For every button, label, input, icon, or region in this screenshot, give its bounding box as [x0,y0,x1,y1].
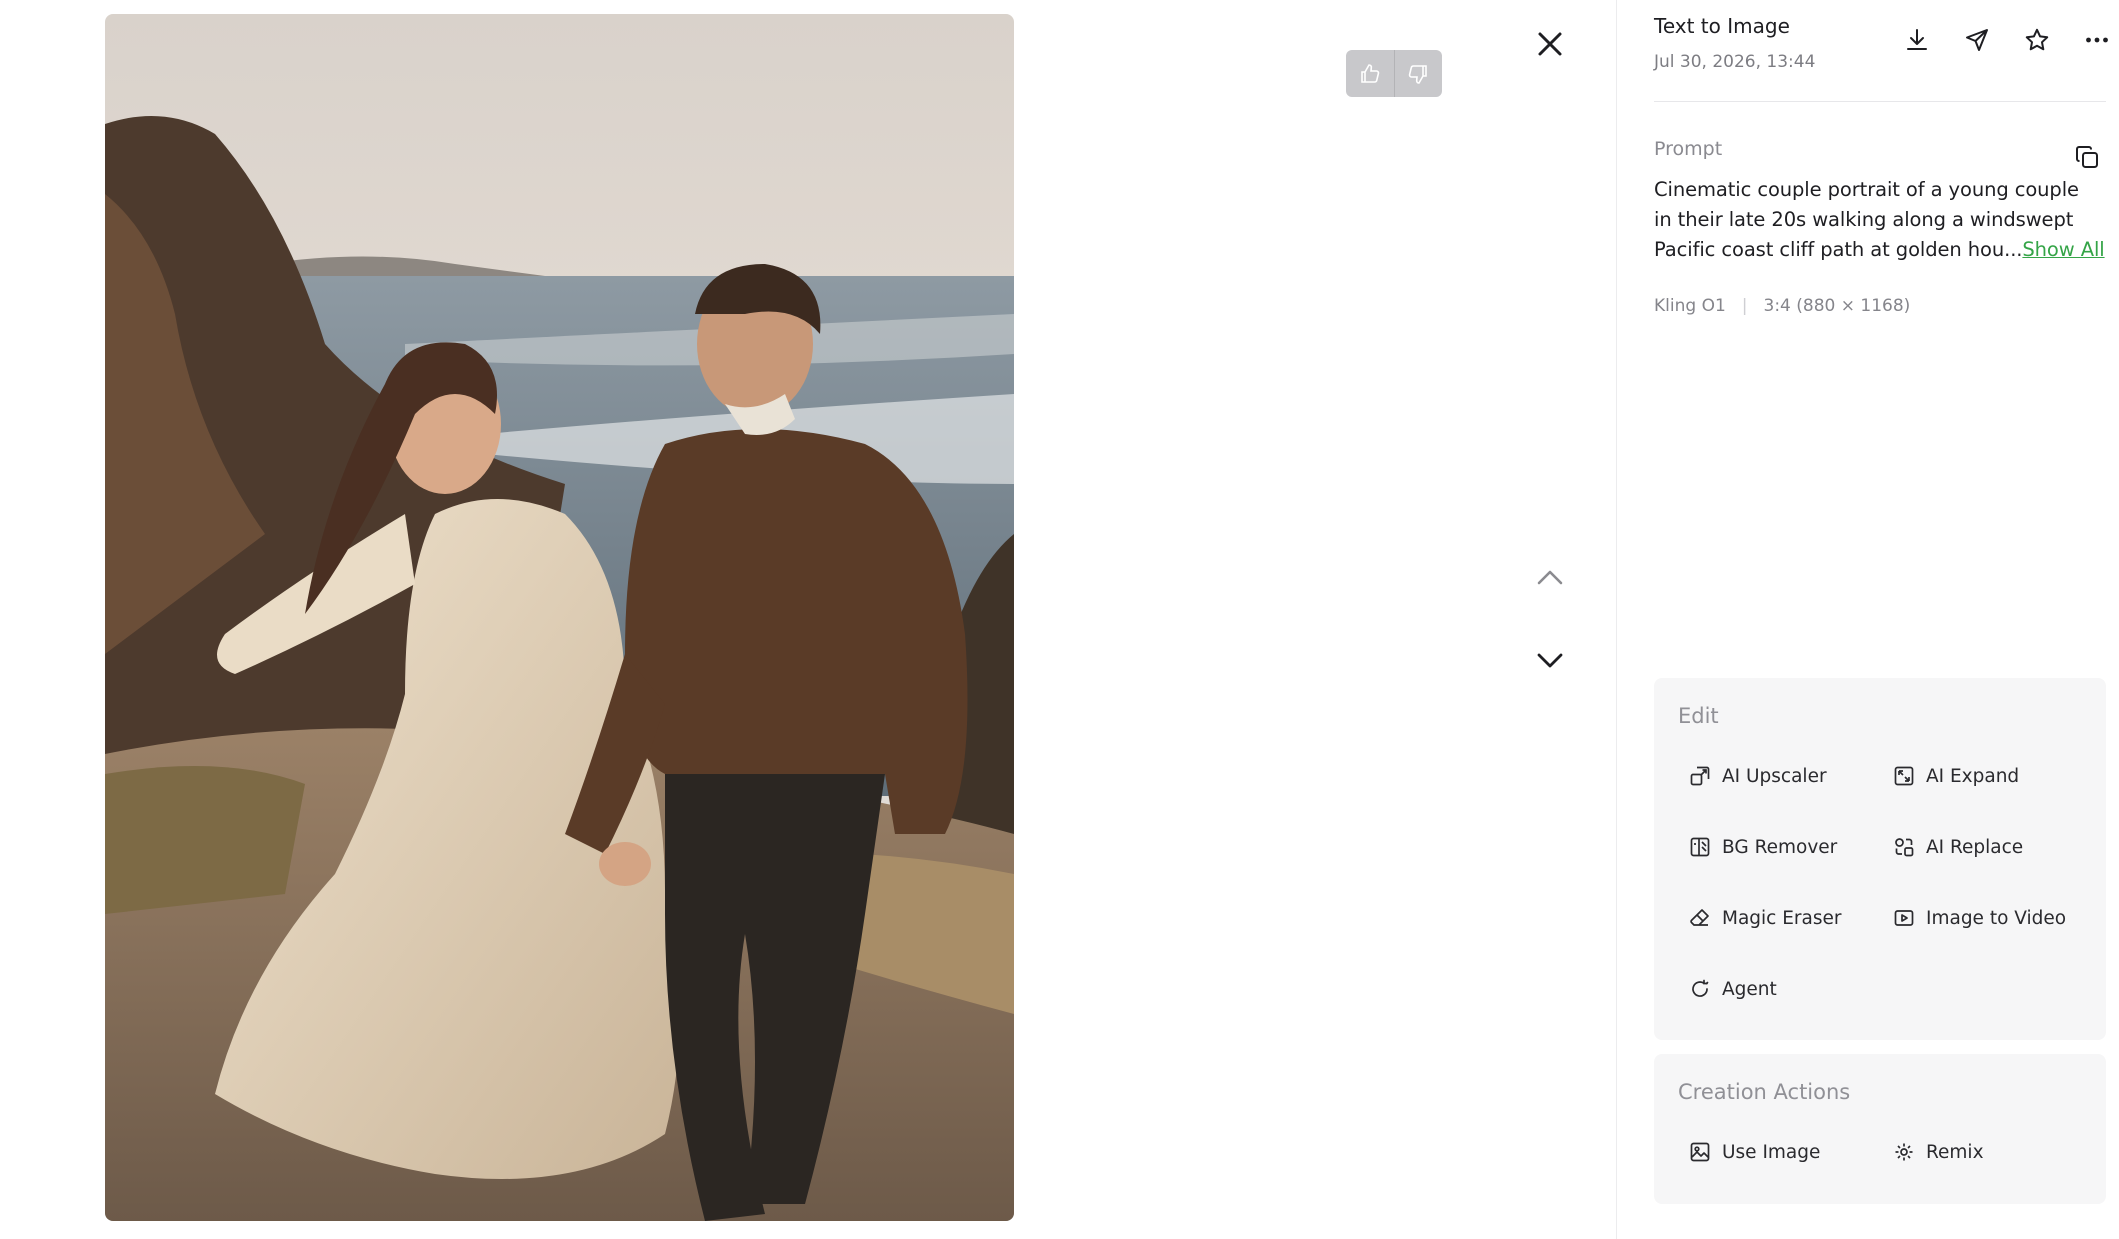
image-viewer [0,0,1616,1239]
thumbs-down-button[interactable] [1393,50,1443,97]
thumbs-up-icon [1360,63,1380,83]
ai-expand-button[interactable]: AI Expand [1892,760,2019,792]
prompt-line-text: Pacific coast cliff path at golden hou..… [1654,238,2023,261]
favorite-button[interactable] [2007,22,2067,58]
upscale-icon [1688,764,1712,788]
bg-remover-button[interactable]: BG Remover [1688,831,1837,863]
image-to-video-button[interactable]: Image to Video [1892,902,2066,934]
action-label: AI Replace [1926,836,2024,858]
more-options-button[interactable] [2067,22,2119,58]
image-icon [1688,1140,1712,1164]
prompt-line: Cinematic couple portrait of a young cou… [1654,178,2079,201]
model-name: Kling O1 [1654,296,1726,316]
edit-card: Edit AI Upscaler AI Expand BG Remover AI… [1654,678,2106,1040]
header-divider [1654,101,2106,102]
action-label: BG Remover [1722,836,1838,858]
action-label: Agent [1722,978,1777,1000]
next-image-button[interactable] [1530,641,1570,681]
remix-button[interactable]: Remix [1892,1136,1984,1168]
thumbs-down-icon [1408,64,1428,84]
ai-replace-button[interactable]: AI Replace [1892,831,2023,863]
copy-icon [2076,146,2098,168]
close-icon [1538,32,1562,56]
action-label: Magic Eraser [1722,907,1842,929]
edit-title: Edit [1678,704,1719,728]
page-title: Text to Image [1654,14,1790,38]
replace-icon [1892,835,1916,859]
feedback-group [1346,50,1442,97]
action-label: Remix [1926,1141,1984,1163]
copy-prompt-button[interactable] [2072,142,2102,172]
prompt-line: Pacific coast cliff path at golden hou..… [1654,235,2109,265]
ai-upscaler-button[interactable]: AI Upscaler [1688,760,1827,792]
prompt-text: Cinematic couple portrait of a young cou… [1654,175,2109,265]
prompt-label: Prompt [1654,138,1723,160]
creation-actions-title: Creation Actions [1678,1080,1851,1104]
previous-image-button[interactable] [1530,557,1570,597]
chevron-up-icon [1537,570,1563,585]
share-icon [1966,29,1988,51]
magic-eraser-button[interactable]: Magic Eraser [1688,902,1842,934]
panel-toolbar [1887,22,2119,58]
remix-icon [1892,1140,1916,1164]
generation-meta: Kling O1 | 3:4 (880 × 1168) [1654,296,1910,316]
use-image-button[interactable]: Use Image [1688,1136,1820,1168]
image-size: 3:4 (880 × 1168) [1763,296,1911,316]
created-date: Jul 30, 2026, 13:44 [1654,52,1816,72]
agent-button[interactable]: Agent [1688,973,1777,1005]
panel-header: Text to Image Jul 30, 2026, 13:44 [1654,14,1815,72]
details-panel: Text to Image Jul 30, 2026, 13:44 Prompt… [1616,0,2119,1239]
action-label: AI Upscaler [1722,765,1827,787]
close-button[interactable] [1530,24,1570,64]
more-icon [2086,37,2108,43]
meta-separator: | [1741,296,1748,316]
creation-actions-card: Creation Actions Use Image Remix [1654,1054,2106,1204]
star-icon [2025,28,2049,51]
share-button[interactable] [1947,22,2007,58]
prompt-line: in their late 20s walking along a windsw… [1654,208,2074,231]
action-label: Image to Video [1926,907,2067,929]
video-icon [1892,906,1916,930]
eraser-icon [1688,906,1712,930]
action-label: AI Expand [1926,765,2020,787]
thumbs-up-button[interactable] [1346,50,1394,97]
expand-icon [1892,764,1916,788]
download-button[interactable] [1887,22,1947,58]
show-all-link[interactable]: Show All [2022,238,2104,261]
couple-photo [105,14,1014,1221]
action-label: Use Image [1722,1141,1821,1163]
generated-image[interactable] [105,14,1014,1221]
chevron-down-icon [1537,653,1563,668]
agent-icon [1688,977,1712,1001]
bg-remover-icon [1688,835,1712,859]
download-icon [1907,29,1927,50]
